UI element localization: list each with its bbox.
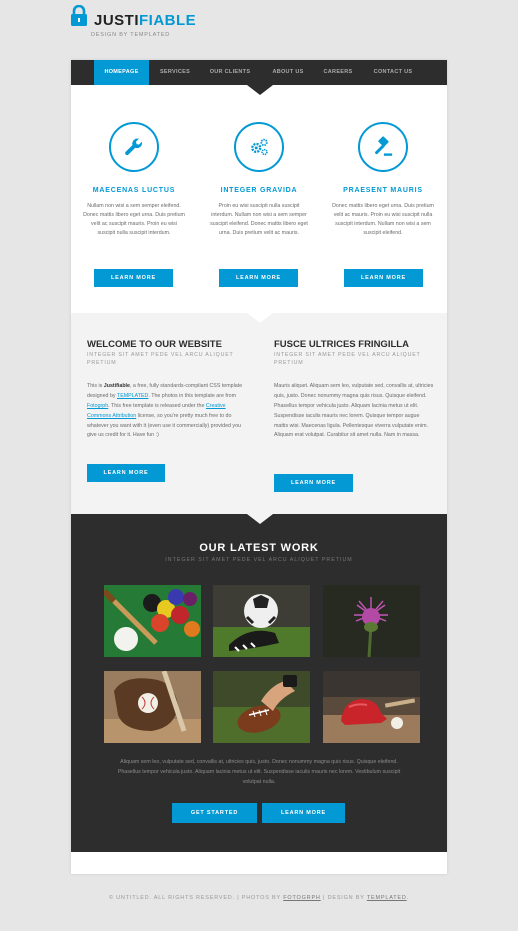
feature-title: INTEGER GRAVIDA bbox=[220, 187, 298, 194]
feature-text: Nullam non wisi a sem semper eleifend. D… bbox=[83, 203, 185, 236]
welcome-learn-more-button[interactable]: LEARN MORE bbox=[87, 464, 165, 482]
fusce-learn-more-button[interactable]: LEARN MORE bbox=[274, 474, 353, 492]
feature-icon-circle bbox=[109, 122, 159, 172]
feature-title: PRAESENT MAURIS bbox=[343, 187, 423, 194]
fotogrph-link[interactable]: Fotogrph bbox=[87, 403, 108, 409]
soccer-image[interactable] bbox=[213, 585, 310, 657]
gavel-icon bbox=[375, 136, 393, 156]
feature-icon-circle bbox=[358, 122, 408, 172]
nav-item-our-clients[interactable]: OUR CLIENTS bbox=[203, 60, 257, 85]
thistle-image[interactable] bbox=[323, 585, 420, 657]
work-title: OUR LATEST WORK bbox=[199, 542, 319, 554]
feature-text: Donec mattis libero eget urna. Duis pret… bbox=[332, 203, 434, 236]
nav-item-homepage[interactable]: HOMEPAGE bbox=[94, 60, 149, 85]
feature-icon-circle bbox=[234, 122, 284, 172]
nav-item-services[interactable]: SERVICES bbox=[153, 60, 197, 85]
nav-item-careers[interactable]: CAREERS bbox=[317, 60, 359, 85]
nav-item-about-us[interactable]: ABOUT US bbox=[265, 60, 311, 85]
feature-1-learn-more-button[interactable]: LEARN MORE bbox=[94, 269, 173, 287]
feature-text: Proin eu wisi suscipit nulla suscipit in… bbox=[210, 203, 308, 236]
work-text: Aliquam sem leo, vulputate sed, convalli… bbox=[117, 759, 401, 785]
latest-work-section: OUR LATEST WORK INTEGER SIT AMET PEDE VE… bbox=[71, 514, 447, 852]
welcome-title: WELCOME TO OUR WEBSITE bbox=[87, 339, 222, 350]
welcome-column: WELCOME TO OUR WEBSITE INTEGER SIT AMET … bbox=[87, 339, 247, 441]
footer-templated-link[interactable]: TEMPLATED bbox=[367, 895, 407, 901]
feature-2: INTEGER GRAVIDA Proin eu wisi suscipit n… bbox=[207, 122, 311, 238]
footer-fotogrph-link[interactable]: FOTOGRPH bbox=[283, 895, 320, 901]
nav-pointer bbox=[247, 85, 273, 95]
footer: © UNTITLED. ALL RIGHTS RESERVED. | PHOTO… bbox=[108, 895, 409, 901]
gears-icon bbox=[251, 138, 268, 156]
lock-icon bbox=[71, 5, 87, 26]
feature-1: MAECENAS LUCTUS Nullam non wisi a sem se… bbox=[82, 122, 186, 238]
nav-item-contact-us[interactable]: CONTACT US bbox=[365, 60, 421, 85]
baseball-helmet-image[interactable] bbox=[323, 671, 420, 743]
tagline: DESIGN BY TEMPLATED bbox=[91, 32, 171, 38]
brand-name: JUSTIFIABLE bbox=[94, 12, 197, 29]
intro-section: WELCOME TO OUR WEBSITE INTEGER SIT AMET … bbox=[71, 313, 447, 514]
football-image[interactable] bbox=[213, 671, 310, 743]
site-logo[interactable]: JUSTIFIABLE DESIGN BY TEMPLATED bbox=[70, 5, 210, 43]
wrench-icon bbox=[125, 138, 142, 156]
section-pointer bbox=[247, 514, 273, 524]
feature-3: PRAESENT MAURIS Donec mattis libero eget… bbox=[331, 122, 435, 238]
baseball-glove-image[interactable] bbox=[104, 671, 201, 743]
feature-3-learn-more-button[interactable]: LEARN MORE bbox=[344, 269, 423, 287]
page-container: HOMEPAGE SERVICES OUR CLIENTS ABOUT US C… bbox=[71, 60, 447, 874]
welcome-text: This is Justifiable, a free, fully stand… bbox=[87, 383, 243, 439]
fusce-subtitle: INTEGER SIT AMET PEDE VEL ARCU ALIQUET P… bbox=[274, 352, 421, 366]
main-nav: HOMEPAGE SERVICES OUR CLIENTS ABOUT US C… bbox=[71, 60, 447, 85]
section-pointer bbox=[247, 313, 273, 323]
work-subtitle: INTEGER SIT AMET PEDE VEL ARCU ALIQUET P… bbox=[165, 557, 353, 563]
fusce-column: FUSCE ULTRICES FRINGILLA INTEGER SIT AME… bbox=[274, 339, 434, 441]
fusce-title: FUSCE ULTRICES FRINGILLA bbox=[274, 339, 409, 350]
feature-2-learn-more-button[interactable]: LEARN MORE bbox=[219, 269, 298, 287]
feature-title: MAECENAS LUCTUS bbox=[92, 187, 176, 194]
get-started-button[interactable]: GET STARTED bbox=[172, 803, 257, 823]
fusce-text: Mauris aliquet. Aliquam sem leo, vulputa… bbox=[274, 383, 434, 439]
billiards-image[interactable] bbox=[104, 585, 201, 657]
templated-link[interactable]: TEMPLATED bbox=[117, 393, 148, 399]
work-learn-more-button[interactable]: LEARN MORE bbox=[262, 803, 345, 823]
welcome-subtitle: INTEGER SIT AMET PEDE VEL ARCU ALIQUET P… bbox=[87, 352, 234, 366]
